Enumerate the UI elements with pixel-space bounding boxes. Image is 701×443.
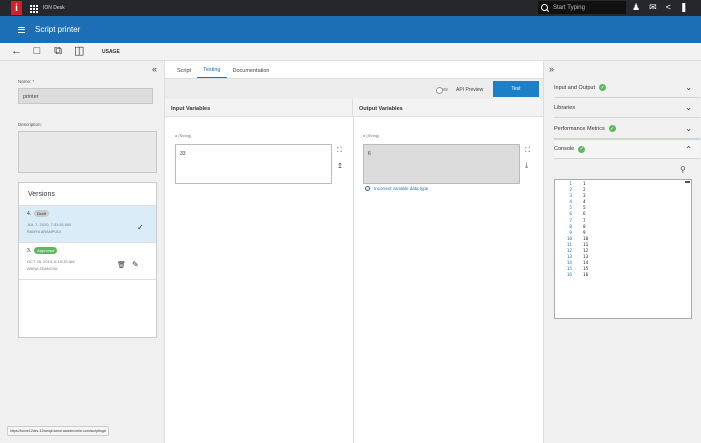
column-divider — [353, 117, 354, 443]
properties-panel: « Name: * printer Description: Versions … — [0, 61, 165, 443]
tab-bar: Script Testing Documentation — [165, 61, 543, 79]
console-lines: 1 1 2 2 3 3 4 4 5 5 6 6 7 7 8 8 9 9 10 10 11 11 12 12 13 13 14 14 15… — [555, 180, 691, 280]
mail-icon[interactable]: ✉ — [649, 3, 657, 12]
back-arrow-icon[interactable]: ← — [11, 46, 22, 57]
infor-logo[interactable]: i — [11, 1, 22, 15]
chevron-down-icon[interactable]: ⌄ — [685, 83, 692, 92]
name-label: Name: * — [18, 79, 34, 84]
status-badge: Draft — [34, 210, 49, 217]
section-label: Performance Metrics — [554, 125, 605, 132]
input-variable-label: a (String) — [175, 133, 192, 138]
chevron-down-icon[interactable]: ⌄ — [685, 103, 692, 112]
search-icon[interactable]: ⚲ — [680, 165, 686, 174]
variables-header: Input Variables Output Variables — [165, 99, 543, 117]
page-header: Script printer — [0, 16, 701, 43]
trash-icon[interactable]: 🗑 — [117, 261, 126, 269]
api-preview-label: API Preview — [456, 87, 484, 93]
section-input-output[interactable]: Input and Output ✓ ⌄ — [554, 78, 700, 98]
upload-icon[interactable]: ↥ — [337, 162, 343, 170]
error-message: i Incorrect variable data type — [365, 186, 428, 191]
version-number: 3. — [27, 247, 32, 254]
save-icon[interactable]: □ — [32, 46, 42, 57]
bookmark-icon[interactable]: ❚ — [680, 3, 688, 12]
api-preview-toggle[interactable] — [436, 86, 448, 94]
section-label: Libraries — [554, 104, 576, 111]
check-icon: ✓ — [137, 223, 144, 232]
description-field[interactable] — [18, 131, 157, 173]
edit-icon[interactable]: ✎ — [132, 260, 139, 269]
search-input[interactable]: Start Typing — [553, 5, 585, 11]
menu-icon[interactable] — [18, 26, 25, 33]
testing-panel: Script Testing Documentation API Preview… — [165, 61, 543, 443]
top-app-bar: i ION Desk Start Typing ♟ ✉ < ❚ — [0, 0, 701, 16]
check-circle-icon: ✓ — [608, 125, 616, 132]
section-libraries[interactable]: Libraries ⌄ — [554, 98, 700, 118]
console-scrollbar[interactable] — [685, 181, 690, 183]
export-icon[interactable]: ◫ — [74, 46, 84, 57]
versions-title: Versions — [19, 183, 156, 206]
expand-icon[interactable]: ⛶ — [337, 147, 342, 155]
name-label-text: Name: — [18, 79, 32, 84]
output-variable-label: b (String) — [363, 133, 380, 138]
collapse-left-icon[interactable]: « — [152, 64, 157, 74]
app-grid-icon[interactable] — [30, 4, 38, 13]
version-item[interactable]: 4. Draft JUL 7, 2020, 7:31:51 AM RAMYA A… — [19, 206, 156, 243]
error-text: Incorrect variable data type — [374, 186, 429, 191]
version-number: 4. — [27, 210, 32, 217]
expand-icon[interactable]: ⛶ — [525, 147, 530, 155]
chevron-down-icon[interactable]: ⌄ — [685, 124, 692, 133]
test-action-bar: API Preview Test — [165, 79, 543, 99]
check-circle-icon: ✓ — [578, 145, 586, 153]
tab-documentation[interactable]: Documentation — [227, 68, 276, 78]
version-item[interactable]: 3. Approved OCT 25, 2019, 6:15:39 AM ARI… — [19, 243, 156, 280]
console-output[interactable]: 1 1 2 2 3 3 4 4 5 5 6 6 7 7 8 8 9 9 10 10 11 11 12 12 13 13 14 14 15… — [554, 179, 692, 319]
usage-button[interactable]: USAGE — [102, 49, 120, 55]
copy-icon[interactable]: ⧉ — [53, 46, 63, 57]
side-panel: » Input and Output ✓ ⌄ Libraries ⌄ Perfo… — [543, 61, 701, 443]
line-text: 16 — [583, 273, 589, 279]
versions-panel: Versions 4. Draft JUL 7, 2020, 7:31:51 A… — [18, 182, 157, 338]
required-marker: * — [32, 79, 35, 84]
description-label: Description: — [18, 122, 42, 127]
section-performance-metrics[interactable]: Performance Metrics ✓ ⌄ — [554, 119, 700, 139]
input-variables-header: Input Variables — [165, 99, 353, 116]
download-icon[interactable]: ⤓ — [525, 162, 528, 170]
output-variable-field: 6 — [363, 144, 520, 184]
info-icon: i — [365, 186, 370, 191]
section-label: Input and Output — [554, 84, 595, 91]
toolbar: ← □ ⧉ ◫ USAGE — [0, 43, 701, 61]
output-variables-header: Output Variables — [359, 106, 403, 112]
console-line: 16 16 — [555, 273, 691, 279]
tab-script[interactable]: Script — [171, 68, 197, 78]
app-name: ION Desk — [43, 5, 65, 11]
share-icon[interactable]: < — [666, 3, 671, 12]
section-console[interactable]: Console ✓ ⌃ — [554, 139, 700, 159]
expand-right-icon[interactable]: » — [549, 64, 554, 74]
user-icon[interactable]: ♟ — [632, 3, 640, 12]
global-search[interactable]: Start Typing — [538, 1, 626, 14]
status-badge: Approved — [34, 247, 58, 254]
section-label: Console — [554, 146, 575, 152]
page-title: Script printer — [35, 25, 81, 34]
test-button[interactable]: Test — [493, 81, 539, 97]
search-icon — [541, 4, 548, 11]
tab-testing[interactable]: Testing — [197, 67, 227, 78]
name-field[interactable]: printer — [18, 88, 153, 104]
check-circle-icon: ✓ — [598, 84, 606, 91]
input-variable-field[interactable]: 33 — [175, 144, 332, 184]
line-number: 16 — [566, 273, 572, 279]
status-url: https://ionce12dev-12wmqk.ionce.awsdev.i… — [7, 426, 109, 436]
chevron-up-icon[interactable]: ⌃ — [685, 145, 692, 154]
